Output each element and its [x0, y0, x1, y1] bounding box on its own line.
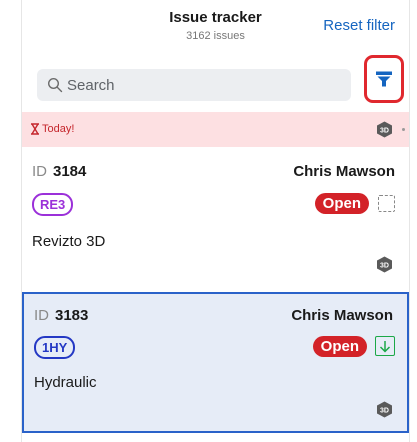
group-label-text: Today! — [42, 123, 75, 135]
reset-filter-button[interactable]: Reset filter — [323, 17, 395, 34]
filter-icon — [376, 71, 392, 87]
3d-chip-label: 3D — [380, 408, 389, 415]
download-checkbox[interactable] — [375, 336, 395, 356]
issue-code-badge: 1HY — [34, 336, 76, 359]
3d-chip-icon: 3D — [377, 401, 392, 418]
issue-type: Revizto 3D — [32, 233, 106, 250]
issue-tracker-panel: Issue tracker 3162 issues Reset filter T… — [21, 0, 410, 442]
arrow-down-icon — [379, 340, 391, 353]
id-label: ID — [32, 163, 47, 180]
select-checkbox[interactable] — [378, 195, 395, 212]
group-header-today[interactable]: Today! 3D — [22, 112, 409, 147]
issue-type: Hydraulic — [34, 374, 97, 391]
filter-button[interactable] — [364, 55, 404, 103]
status-badge: Open — [314, 193, 369, 214]
more-dot — [402, 128, 405, 131]
hourglass-icon — [31, 123, 39, 135]
3d-chip-icon: 3D — [377, 256, 392, 273]
id-value: 3184 — [53, 163, 87, 180]
header: Issue tracker 3162 issues Reset filter — [22, 0, 409, 60]
id-value: 3183 — [55, 307, 89, 324]
issue-card-3184[interactable]: ID 3184 Chris Mawson RE3 Open Revizto 3D … — [22, 153, 409, 289]
search-input[interactable] — [67, 69, 337, 101]
3d-chip-label: 3D — [380, 263, 389, 270]
issue-card-3183[interactable]: ID 3183 Chris Mawson 1HY Open Hydraulic 3… — [22, 292, 409, 433]
search-bar[interactable] — [37, 69, 351, 101]
3d-chip-label: 3D — [380, 128, 389, 135]
issue-id: ID 3183 — [34, 307, 88, 324]
issue-code-badge: RE3 — [32, 193, 74, 216]
3d-chip-icon: 3D — [377, 121, 392, 138]
assignee-name: Chris Mawson — [291, 307, 393, 324]
issue-id: ID 3184 — [32, 163, 86, 180]
group-label: Today! — [30, 123, 74, 135]
status-badge: Open — [312, 336, 367, 357]
assignee-name: Chris Mawson — [293, 163, 395, 180]
search-icon — [47, 77, 63, 93]
id-label: ID — [34, 307, 49, 324]
